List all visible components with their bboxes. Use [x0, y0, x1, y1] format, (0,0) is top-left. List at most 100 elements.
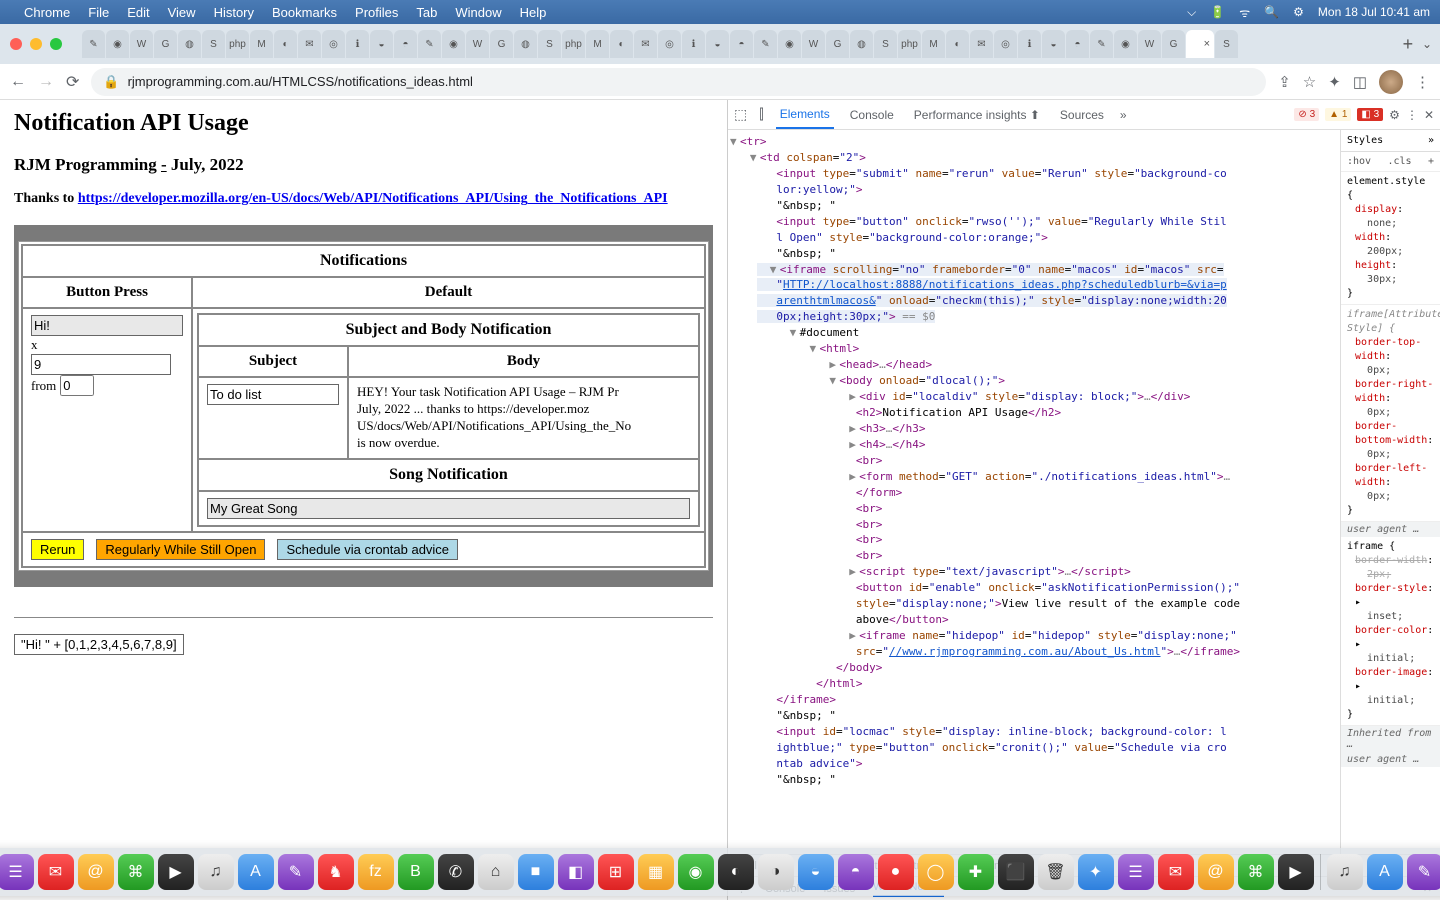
dom-tree-line[interactable]: </html>: [730, 676, 1338, 692]
back-button[interactable]: ←: [10, 73, 26, 91]
css-rule[interactable]: element.style {display: none;width: 200p…: [1341, 172, 1440, 305]
browser-tab[interactable]: ◎: [322, 30, 345, 58]
chrome-menu-button[interactable]: ⋮: [1415, 73, 1430, 91]
dock-app-icon[interactable]: ♞: [318, 854, 354, 890]
dock-app-icon[interactable]: ◉: [678, 854, 714, 890]
dock-app-icon[interactable]: ▦: [638, 854, 674, 890]
dom-tree-line[interactable]: ▼<td colspan="2">: [730, 150, 1338, 166]
rerun-button[interactable]: Rerun: [31, 539, 84, 560]
tab-elements[interactable]: Elements: [776, 101, 834, 129]
reload-button[interactable]: ⟳: [66, 72, 79, 92]
browser-tab[interactable]: ◐: [610, 30, 633, 58]
error-count-badge[interactable]: ⊘ 3: [1294, 108, 1319, 121]
wifi-icon[interactable]: ᯤ: [1239, 4, 1250, 21]
dom-tree-line[interactable]: <br>: [730, 501, 1338, 517]
cls-toggle[interactable]: .cls: [1387, 156, 1411, 167]
tab-console[interactable]: Console: [846, 102, 898, 128]
browser-tab[interactable]: ◒: [1042, 30, 1065, 58]
dock-app-icon[interactable]: ▶: [158, 854, 194, 890]
warning-count-badge[interactable]: ▲ 1: [1325, 108, 1351, 121]
dom-tree-line[interactable]: 0px;height:30px;"> == $0: [730, 309, 1338, 325]
dom-tree-line[interactable]: <input id="locmac" style="display: inlin…: [730, 724, 1338, 740]
mdn-link[interactable]: https://developer.mozilla.org/en-US/docs…: [78, 191, 668, 206]
dock-app-icon[interactable]: ▶: [1278, 854, 1314, 890]
browser-tab[interactable]: ◍: [850, 30, 873, 58]
dock-app-icon[interactable]: ♫: [1327, 854, 1363, 890]
dom-tree-line[interactable]: ▼<tr>: [730, 134, 1338, 150]
css-rule[interactable]: iframe {border-width: 2px;border-style: …: [1341, 537, 1440, 726]
browser-tab[interactable]: ℹ: [346, 30, 369, 58]
dock-app-icon[interactable]: ✎: [278, 854, 314, 890]
browser-tab[interactable]: S: [1215, 30, 1238, 58]
dom-tree-line[interactable]: ▶<script type="text/javascript">…</scrip…: [730, 564, 1338, 580]
dock-app-icon[interactable]: 🗑: [1038, 854, 1074, 890]
dom-tree-line[interactable]: <button id="enable" onclick="askNotifica…: [730, 580, 1338, 596]
browser-tab[interactable]: S: [538, 30, 561, 58]
dom-tree-line[interactable]: <br>: [730, 517, 1338, 533]
browser-tab[interactable]: G: [490, 30, 513, 58]
browser-tab[interactable]: ◉: [778, 30, 801, 58]
menu-bookmarks[interactable]: Bookmarks: [272, 5, 337, 20]
zoom-window-button[interactable]: [50, 38, 62, 50]
close-window-button[interactable]: [10, 38, 22, 50]
issues-count-badge[interactable]: ◧ 3: [1357, 108, 1383, 121]
menu-view[interactable]: View: [168, 5, 196, 20]
browser-tab[interactable]: ◓: [1066, 30, 1089, 58]
profile-avatar[interactable]: [1379, 70, 1403, 94]
browser-tab[interactable]: ◐: [274, 30, 297, 58]
dom-tree-line[interactable]: arenthtmlmacos&" onload="checkm(this);" …: [730, 293, 1338, 309]
browser-tab[interactable]: G: [826, 30, 849, 58]
dom-tree-line[interactable]: ▶<h3>…</h3>: [730, 421, 1338, 437]
dom-tree-line[interactable]: </iframe>: [730, 692, 1338, 708]
dom-tree-line[interactable]: "&nbsp; ": [730, 198, 1338, 214]
browser-tab[interactable]: ✎: [754, 30, 777, 58]
browser-tab[interactable]: ✉: [970, 30, 993, 58]
device-toolbar-icon[interactable]: ⫿: [759, 106, 763, 123]
browser-tab[interactable]: S: [874, 30, 897, 58]
dom-tree-line[interactable]: </form>: [730, 485, 1338, 501]
dock-app-icon[interactable]: fz: [358, 854, 394, 890]
new-style-rule-icon[interactable]: +: [1428, 156, 1434, 167]
dom-tree-line[interactable]: ▼#document: [730, 325, 1338, 341]
forward-button[interactable]: →: [38, 73, 54, 91]
browser-tab[interactable]: M: [922, 30, 945, 58]
dock-app-icon[interactable]: ●: [878, 854, 914, 890]
browser-tab[interactable]: ◉: [1114, 30, 1137, 58]
dock-app-icon[interactable]: ◧: [558, 854, 594, 890]
inspect-element-icon[interactable]: ⬚: [734, 106, 747, 123]
schedule-crontab-button[interactable]: Schedule via crontab advice: [277, 539, 458, 560]
browser-tab[interactable]: G: [1162, 30, 1185, 58]
control-center-icon[interactable]: ⚙: [1293, 5, 1304, 19]
menu-edit[interactable]: Edit: [127, 5, 149, 20]
menu-help[interactable]: Help: [520, 5, 547, 20]
browser-tab[interactable]: ◒: [706, 30, 729, 58]
dock-app-icon[interactable]: B: [398, 854, 434, 890]
dock-app-icon[interactable]: A: [1367, 854, 1403, 890]
dom-tree-line[interactable]: ▶<div id="localdiv" style="display: bloc…: [730, 389, 1338, 405]
dock-app-icon[interactable]: ⬛: [998, 854, 1034, 890]
browser-tab[interactable]: php: [898, 30, 921, 58]
dom-tree-line[interactable]: <input type="submit" name="rerun" value=…: [730, 166, 1338, 182]
devtools-close-icon[interactable]: ✕: [1424, 108, 1434, 122]
tab-sources[interactable]: Sources: [1056, 102, 1108, 128]
dom-tree-line[interactable]: </body>: [730, 660, 1338, 676]
dom-tree-line[interactable]: <br>: [730, 532, 1338, 548]
browser-tab[interactable]: ✉: [298, 30, 321, 58]
dom-tree-line[interactable]: ightblue;" type="button" onclick="cronit…: [730, 740, 1338, 756]
dom-tree-line[interactable]: ▶<head>…</head>: [730, 357, 1338, 373]
site-lock-icon[interactable]: 🔒: [103, 74, 119, 90]
address-bar[interactable]: 🔒 rjmprogramming.com.au/HTMLCSS/notifica…: [91, 68, 1266, 96]
dom-tree-line[interactable]: above</button>: [730, 612, 1338, 628]
press-text-input[interactable]: [31, 315, 183, 336]
menu-profiles[interactable]: Profiles: [355, 5, 398, 20]
dom-tree-line[interactable]: <br>: [730, 453, 1338, 469]
dom-tree-line[interactable]: "&nbsp; ": [730, 708, 1338, 724]
dom-tree-line[interactable]: "&nbsp; ": [730, 772, 1338, 788]
dock-app-icon[interactable]: ◯: [918, 854, 954, 890]
browser-tab[interactable]: M: [586, 30, 609, 58]
browser-tab[interactable]: W: [130, 30, 153, 58]
browser-tab[interactable]: ◎: [994, 30, 1017, 58]
dom-tree-line[interactable]: ▶<form method="GET" action="./notificati…: [730, 469, 1338, 485]
bluetooth-icon[interactable]: ⌵: [1187, 5, 1196, 20]
tab-perf-insights[interactable]: Performance insights ⬆: [910, 102, 1044, 128]
